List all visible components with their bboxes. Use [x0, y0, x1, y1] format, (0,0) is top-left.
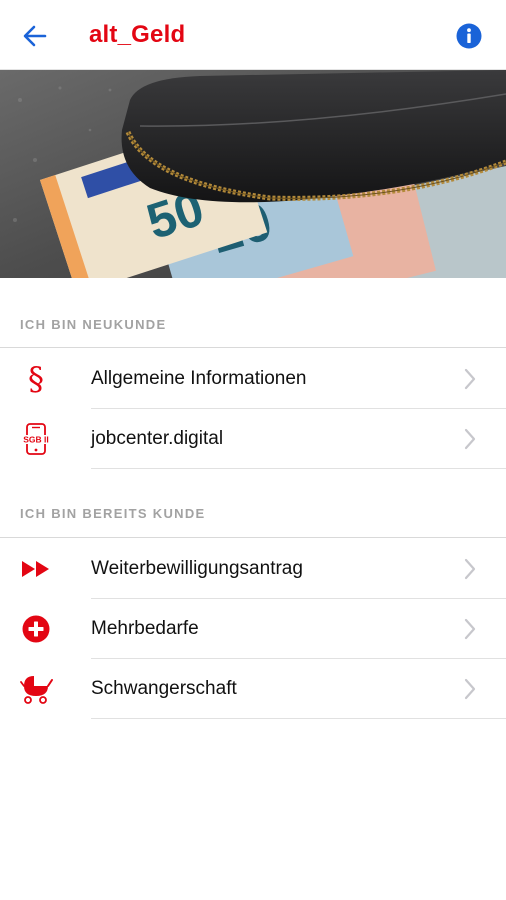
info-button[interactable]: [455, 22, 483, 50]
chevron-right-icon: [464, 618, 476, 640]
menu-item-continuation-application[interactable]: Weiterbewilligungsantrag: [0, 539, 506, 599]
menu-item-label: Weiterbewilligungsantrag: [91, 558, 303, 579]
section-header-existing-customer: ICH BIN BEREITS KUNDE: [20, 506, 206, 521]
paragraph-icon: §: [18, 362, 54, 396]
fast-forward-icon: [18, 553, 54, 585]
navigation-bar: alt_Geld: [0, 0, 506, 70]
menu-item-pregnancy[interactable]: Schwangerschaft: [0, 659, 506, 719]
plus-circle-icon: [18, 613, 54, 645]
chevron-right-icon: [464, 368, 476, 390]
hero-image: 5 10 20 50: [0, 70, 506, 278]
chevron-right-icon: [464, 678, 476, 700]
page-title: alt_Geld: [89, 21, 186, 48]
sgb-ii-icon-text: SGB II: [23, 435, 49, 445]
section-divider: [0, 347, 506, 348]
menu-item-label: Allgemeine Informationen: [91, 368, 307, 389]
row-separator: [91, 718, 506, 719]
arrow-left-icon: [23, 25, 47, 47]
menu-item-label: Mehrbedarfe: [91, 618, 199, 639]
menu-item-label: jobcenter.digital: [91, 428, 224, 449]
baby-carriage-icon: [18, 673, 54, 705]
menu-item-general-information[interactable]: § Allgemeine Informationen: [0, 349, 506, 409]
row-separator: [91, 468, 506, 469]
section-divider: [0, 537, 506, 538]
chevron-right-icon: [464, 428, 476, 450]
menu-item-jobcenter-digital[interactable]: SGB II jobcenter.digital: [0, 409, 506, 469]
info-icon: [456, 23, 482, 49]
menu-item-label: Schwangerschaft: [91, 678, 237, 699]
sgb-ii-phone-icon: SGB II: [18, 423, 54, 455]
svg-text:§: §: [28, 362, 44, 396]
menu-item-additional-needs[interactable]: Mehrbedarfe: [0, 599, 506, 659]
back-button[interactable]: [18, 20, 52, 52]
section-header-new-customer: ICH BIN NEUKUNDE: [20, 317, 167, 332]
chevron-right-icon: [464, 558, 476, 580]
